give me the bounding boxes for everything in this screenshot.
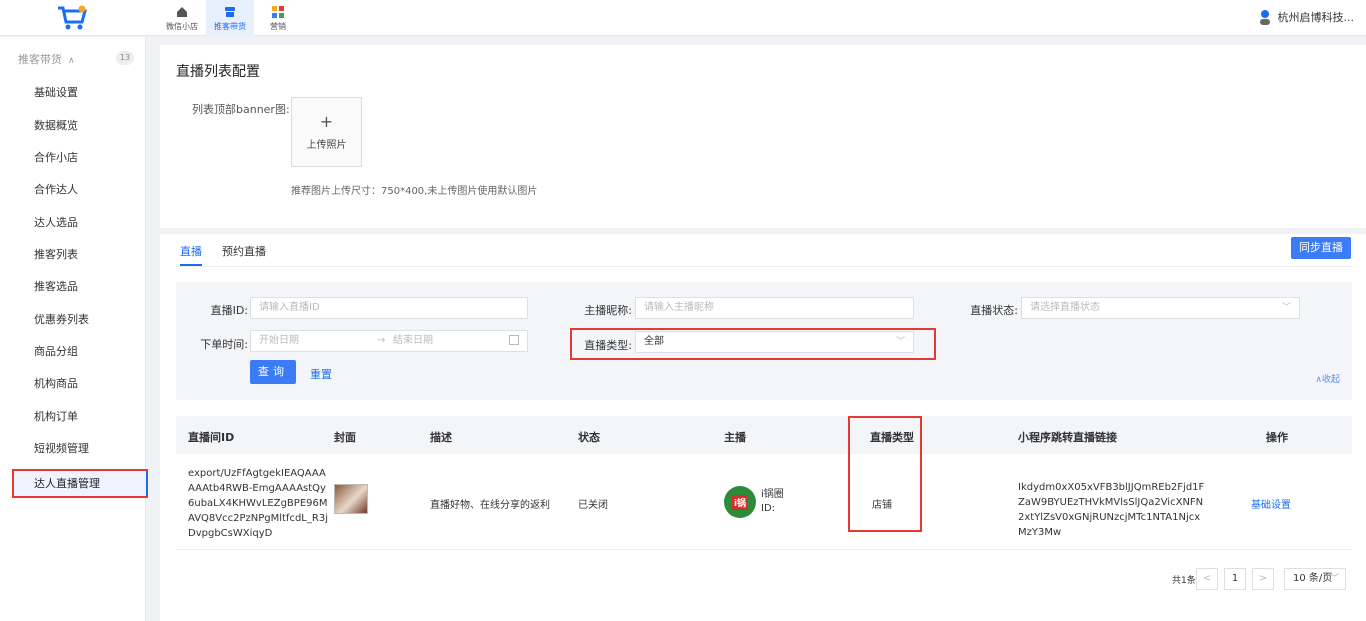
live-type-value: 全部 [644,336,664,347]
plus-icon: + [319,111,334,131]
cart-logo-icon [58,5,87,30]
order-time-label: 下单时间: [200,338,248,351]
sidebar-item-coupon-list[interactable]: 优惠券列表 [34,311,89,329]
tabs-divider [176,266,1352,267]
upload-label: 上传照片 [306,139,347,151]
chevron-down-icon: ﹀ [895,337,905,347]
live-id-input[interactable]: 请输入直播ID [250,297,528,319]
sidebar-item-influencer-selection[interactable]: 达人选品 [34,214,78,232]
sidebar-group-header[interactable]: 推客带货 ∧ 13 [18,51,134,67]
user-name: 杭州启博科技... [1277,11,1355,24]
sidebar-item-partner-influencers[interactable]: 合作达人 [34,181,78,199]
chevron-down-icon: ﹀ [1329,574,1339,584]
sidebar-item-agency-orders[interactable]: 机构订单 [34,408,78,426]
home-icon [177,6,187,17]
range-arrow-icon: → [377,335,386,346]
sidebar-item-influencer-live[interactable]: 达人直播管理 [12,469,148,498]
live-status-select[interactable]: 请选择直播状态 ﹀ [1021,297,1300,319]
tab-scheduled-live[interactable]: 预约直播 [222,234,266,266]
sidebar-group-title: 推客带货 [18,53,62,66]
user-menu[interactable]: 杭州启博科技... [1258,9,1355,25]
upload-photo-button[interactable]: + 上传照片 [291,97,362,167]
th-miniprogram-link: 小程序跳转直播链接 [1018,431,1117,444]
start-date-placeholder: 开始日期 [259,335,299,346]
pagination-total: 共1条 [1172,576,1196,586]
chevron-up-icon: ∧ [68,56,75,66]
cell-live-room-id: export/UzFfAgtgekIEAQAAAAAAtb4RWB-EmgAAA… [188,468,328,539]
th-description: 描述 [430,431,452,444]
sidebar-item-agency-products[interactable]: 机构商品 [34,375,78,393]
live-status-placeholder: 请选择直播状态 [1030,302,1100,313]
topnav-promoter[interactable]: 推客带货 [206,0,254,36]
chevron-down-icon: ﹀ [1281,303,1291,313]
basic-settings-link[interactable]: 基础设置 [1251,496,1291,511]
page-1-button[interactable]: 1 [1224,568,1246,590]
filter-panel: 直播ID: 请输入直播ID 主播昵称: 请输入主播昵称 直播状态: 请选择直播状… [176,282,1352,400]
sidebar-group-badge: 13 [116,51,134,65]
live-id-label: 直播ID: [210,304,248,317]
collapse-link[interactable]: ∧收起 [1315,372,1340,385]
live-list-card: 直播 预约直播 同步直播 直播ID: 请输入直播ID 主播昵称: 请输入主播昵称… [160,234,1366,621]
th-host: 主播 [724,431,746,444]
order-date-range[interactable]: 开始日期 → 结束日期 [250,330,528,352]
live-tabs: 直播 预约直播 [180,234,286,266]
reset-button[interactable]: 重置 [310,366,332,382]
topnav-label: 微信小店 [166,21,198,31]
sync-live-button[interactable]: 同步直播 [1291,237,1351,259]
live-type-label: 直播类型: [584,339,632,352]
host-avatar: i锅 [724,486,756,518]
host-id: ID: [761,503,776,514]
sidebar-item-short-video[interactable]: 短视频管理 [34,440,89,458]
live-type-select[interactable]: 全部 ﹀ [635,331,914,353]
cell-miniprogram-link: Ikdydm0xX05xVFB3blJJQmREb2Fjd1FZaW9BYUEz… [1018,482,1205,538]
topnav-label: 推客带货 [214,21,246,31]
topnav-marketing[interactable]: 营销 [254,0,302,36]
th-status: 状态 [578,431,600,444]
end-date-placeholder: 结束日期 [393,335,433,346]
sidebar-item-data-overview[interactable]: 数据概览 [34,117,78,135]
sidebar-item-promoter-selection[interactable]: 推客选品 [34,278,78,296]
prev-page-button[interactable]: < [1196,568,1218,590]
query-button[interactable]: 查询 [250,360,296,384]
host-nickname-input[interactable]: 请输入主播昵称 [635,297,914,319]
cell-live-type: 店铺 [872,500,892,511]
cell-status: 已关闭 [578,500,608,511]
banner-label: 列表顶部banner图: [192,103,290,116]
tab-live[interactable]: 直播 [180,234,202,266]
sidebar-item-basic-settings[interactable]: 基础设置 [34,84,78,102]
th-actions: 操作 [1266,431,1288,444]
user-avatar-icon [1259,10,1270,25]
apps-icon [272,5,284,18]
top-bar: 微信小店 推客带货 营销 杭州启博科技... [0,0,1366,36]
page-size-select[interactable]: 10 条/页 ﹀ [1284,568,1346,590]
cell-host: i锅圈 ID: [761,488,784,516]
table-header: 直播间ID 封面 描述 状态 主播 直播类型 小程序跳转直播链接 操作 [176,416,1352,454]
topnav-label: 营销 [270,21,286,31]
page-title: 直播列表配置 [176,64,260,80]
calendar-icon [509,335,519,345]
upload-hint: 推荐图片上传尺寸：750*400,未上传图片使用默认图片 [291,186,538,197]
page-size-value: 10 条/页 [1293,573,1333,584]
live-list-config-card: 直播列表配置 列表顶部banner图: + 上传照片 推荐图片上传尺寸：750*… [160,45,1366,228]
host-name: i锅圈 [761,489,784,500]
live-status-label: 直播状态: [970,304,1018,317]
th-live-room-id: 直播间ID [188,431,235,444]
sidebar-item-promoter-list[interactable]: 推客列表 [34,246,78,264]
shop-icon [225,6,235,17]
sidebar-item-partner-shops[interactable]: 合作小店 [34,149,78,167]
top-nav: 微信小店 推客带货 营销 [158,0,302,36]
topnav-wechat-shop[interactable]: 微信小店 [158,0,206,36]
cell-description: 直播好物、在线分享的返利 [430,500,550,511]
next-page-button[interactable]: > [1252,568,1274,590]
cover-thumbnail [334,484,368,514]
th-cover: 封面 [334,431,356,444]
host-nickname-label: 主播昵称: [584,304,632,317]
table-row: export/UzFfAgtgekIEAQAAAAAAtb4RWB-EmgAAA… [176,454,1352,550]
sidebar-item-product-groups[interactable]: 商品分组 [34,343,78,361]
sidebar: 推客带货 ∧ 13 基础设置 数据概览 合作小店 合作达人 达人选品 推客列表 推… [0,37,148,621]
